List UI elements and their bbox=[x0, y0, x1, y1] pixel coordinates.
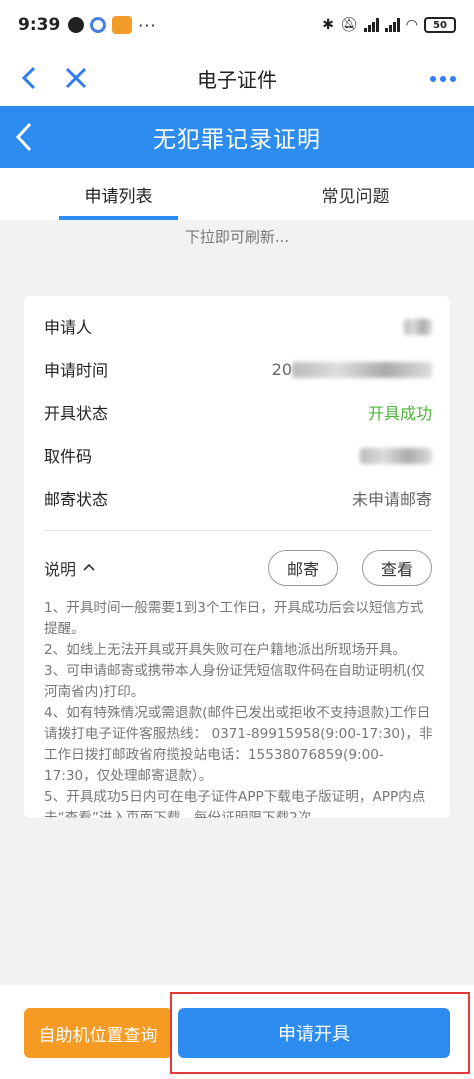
record-card: 申请人 申请时间 20 开具状态 开具成功 取件码 邮寄状态 未申请邮寄 说明 … bbox=[24, 296, 450, 818]
applicant-label: 申请人 bbox=[44, 318, 93, 337]
view-button[interactable]: 查看 bbox=[362, 550, 432, 586]
mute-bell-icon: 🔕︎ bbox=[340, 17, 358, 33]
note-item: 5、开具成功5日内可在电子证件APP下载电子版证明，APP内点击“查看”进入页面… bbox=[44, 789, 426, 818]
note-item: 4、如有特殊情况或需退款(邮件已发出或拒收不支持退款)工作日请拨打电子证件客服热… bbox=[44, 705, 433, 784]
mail-status-value: 未申请邮寄 bbox=[351, 490, 432, 509]
nav-bar: 电子证件 bbox=[0, 50, 474, 106]
status-bar: 9:39 ··· ✱ 🔕︎ ◠ 50 bbox=[0, 0, 474, 50]
note-item: 2、如线上无法开具或开具失败可在户籍地派出所现场开具。 bbox=[44, 642, 407, 658]
description-toggle[interactable]: 说明 bbox=[44, 556, 76, 580]
pickup-code-value bbox=[360, 446, 432, 465]
status-row: 开具状态 开具成功 bbox=[44, 396, 432, 428]
description-notes: 1、开具时间一般需要1到3个工作日，开具成功后会以短信方式提醒。 2、如线上无法… bbox=[44, 598, 436, 818]
pull-to-refresh-hint: 下拉即可刷新... bbox=[184, 228, 290, 246]
applicant-value bbox=[404, 317, 432, 336]
applicant-row: 申请人 bbox=[44, 310, 432, 342]
app-notification-icon bbox=[90, 17, 107, 33]
battery-icon: 50 bbox=[424, 17, 456, 33]
tab-faq[interactable]: 常见问题 bbox=[237, 168, 474, 220]
note-item: 3、可申请邮寄或携带本人身份证凭短信取件码在自助证明机(仅河南省内)打印。 bbox=[44, 663, 425, 700]
more-notifications-icon: ··· bbox=[138, 15, 157, 35]
tab-application-list[interactable]: 申请列表 bbox=[0, 168, 237, 220]
app-notification-icon bbox=[68, 17, 85, 33]
mail-status-label: 邮寄状态 bbox=[44, 490, 109, 509]
mail-button[interactable]: 邮寄 bbox=[268, 550, 338, 586]
more-menu-icon[interactable] bbox=[428, 62, 458, 102]
kiosk-location-button[interactable]: 自助机位置查询 bbox=[24, 1008, 172, 1058]
status-value: 开具成功 bbox=[367, 404, 432, 423]
wifi-icon: ◠ bbox=[405, 17, 418, 33]
description-header: 说明 邮寄 查看 bbox=[44, 550, 432, 586]
bluetooth-icon: ✱ bbox=[322, 17, 334, 33]
page-title: 无犯罪记录证明 bbox=[153, 127, 321, 153]
signal-icon bbox=[384, 18, 400, 32]
status-label: 开具状态 bbox=[44, 404, 109, 423]
header-back-icon[interactable] bbox=[12, 118, 36, 164]
apply-time-row: 申请时间 20 bbox=[44, 353, 432, 385]
apply-time-value: 20 bbox=[272, 360, 432, 379]
nav-title: 电子证件 bbox=[197, 67, 277, 92]
signal-icon bbox=[363, 18, 379, 32]
pickup-code-label: 取件码 bbox=[44, 447, 93, 466]
highlight-box bbox=[170, 992, 470, 1074]
apply-time-label: 申请时间 bbox=[44, 361, 109, 380]
chevron-up-icon[interactable] bbox=[82, 560, 96, 576]
pickup-code-row: 取件码 bbox=[44, 439, 432, 471]
apply-time-prefix: 20 bbox=[271, 359, 292, 379]
app-notification-icon bbox=[112, 16, 133, 34]
divider bbox=[44, 530, 432, 531]
mail-status-row: 邮寄状态 未申请邮寄 bbox=[44, 482, 432, 514]
status-time: 9:39 bbox=[18, 15, 61, 35]
bottom-action-bar: 自助机位置查询 申请开具 bbox=[0, 985, 474, 1079]
note-item: 1、开具时间一般需要1到3个工作日，开具成功后会以短信方式提醒。 bbox=[44, 600, 424, 637]
tab-bar: 申请列表 常见问题 bbox=[0, 168, 474, 220]
page-header: 无犯罪记录证明 bbox=[0, 106, 474, 168]
